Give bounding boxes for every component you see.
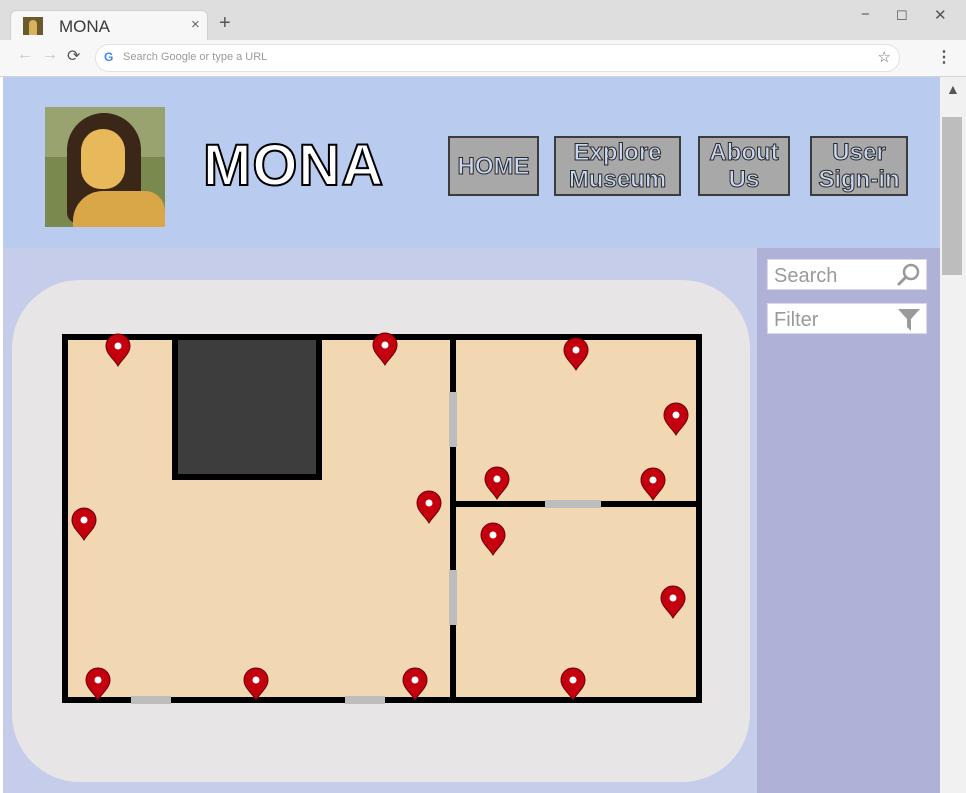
- address-placeholder: Search Google or type a URL: [123, 51, 268, 63]
- maximize-icon[interactable]: ☐: [896, 8, 908, 24]
- address-bar[interactable]: G Search Google or type a URL ☆: [95, 44, 900, 72]
- mona-lisa-logo-icon[interactable]: [45, 107, 165, 227]
- site-header: MONA HOME Explore Museum About Us User Sign…: [3, 77, 940, 248]
- door: [545, 500, 601, 508]
- back-arrow-icon[interactable]: ←: [17, 46, 33, 64]
- browser-menu-icon[interactable]: ⋮: [936, 47, 952, 67]
- sidebar: Search Filter: [757, 248, 940, 793]
- door: [449, 570, 457, 625]
- museum-floor-plan: [62, 332, 702, 704]
- user-sign-in-label: User Sign-in: [818, 139, 900, 194]
- page-viewport: MONA HOME Explore Museum About Us User Sign…: [3, 77, 940, 793]
- scroll-thumb[interactable]: [942, 117, 962, 275]
- filter-input[interactable]: Filter: [767, 303, 927, 334]
- search-placeholder: Search: [774, 265, 838, 287]
- explore-museum-label: Explore Museum: [568, 139, 667, 194]
- tab-close-icon[interactable]: ×: [191, 16, 200, 33]
- close-window-icon[interactable]: ✕: [934, 6, 947, 24]
- filter-placeholder: Filter: [774, 309, 819, 331]
- bookmark-star-icon[interactable]: ☆: [878, 48, 891, 66]
- page-scrollbar[interactable]: ▲: [940, 77, 966, 793]
- restricted-area-block: [172, 334, 322, 480]
- mona-favicon-icon: [23, 17, 43, 35]
- tab-title: MONA: [59, 17, 110, 36]
- search-input[interactable]: Search: [767, 259, 927, 290]
- funnel-icon[interactable]: [896, 306, 922, 332]
- scroll-up-arrow-icon[interactable]: ▲: [946, 81, 960, 97]
- explore-museum-button[interactable]: Explore Museum: [554, 136, 681, 196]
- museum-map-card: [12, 280, 750, 782]
- new-tab-icon[interactable]: +: [219, 12, 231, 35]
- door: [449, 392, 457, 447]
- home-button-label: HOME: [457, 152, 530, 180]
- search-icon[interactable]: [896, 262, 922, 288]
- browser-chrome: MONA × + − ☐ ✕ ← → ⟳ G Search Google or …: [0, 0, 966, 77]
- google-icon: G: [104, 50, 114, 64]
- browser-toolbar: ← → ⟳ G Search Google or type a URL ☆ ⋮: [0, 40, 966, 77]
- door: [131, 696, 171, 704]
- about-us-label: About Us: [709, 139, 779, 194]
- reload-icon[interactable]: ⟳: [67, 46, 80, 66]
- user-sign-in-button[interactable]: User Sign-in: [810, 136, 908, 196]
- site-title: MONA: [202, 132, 385, 199]
- about-us-button[interactable]: About Us: [698, 136, 790, 196]
- forward-arrow-icon[interactable]: →: [42, 46, 58, 64]
- minimize-icon[interactable]: −: [861, 6, 870, 23]
- floor-area: [62, 334, 702, 703]
- home-button[interactable]: HOME: [448, 136, 539, 196]
- browser-tab[interactable]: MONA ×: [10, 10, 208, 41]
- door: [345, 696, 385, 704]
